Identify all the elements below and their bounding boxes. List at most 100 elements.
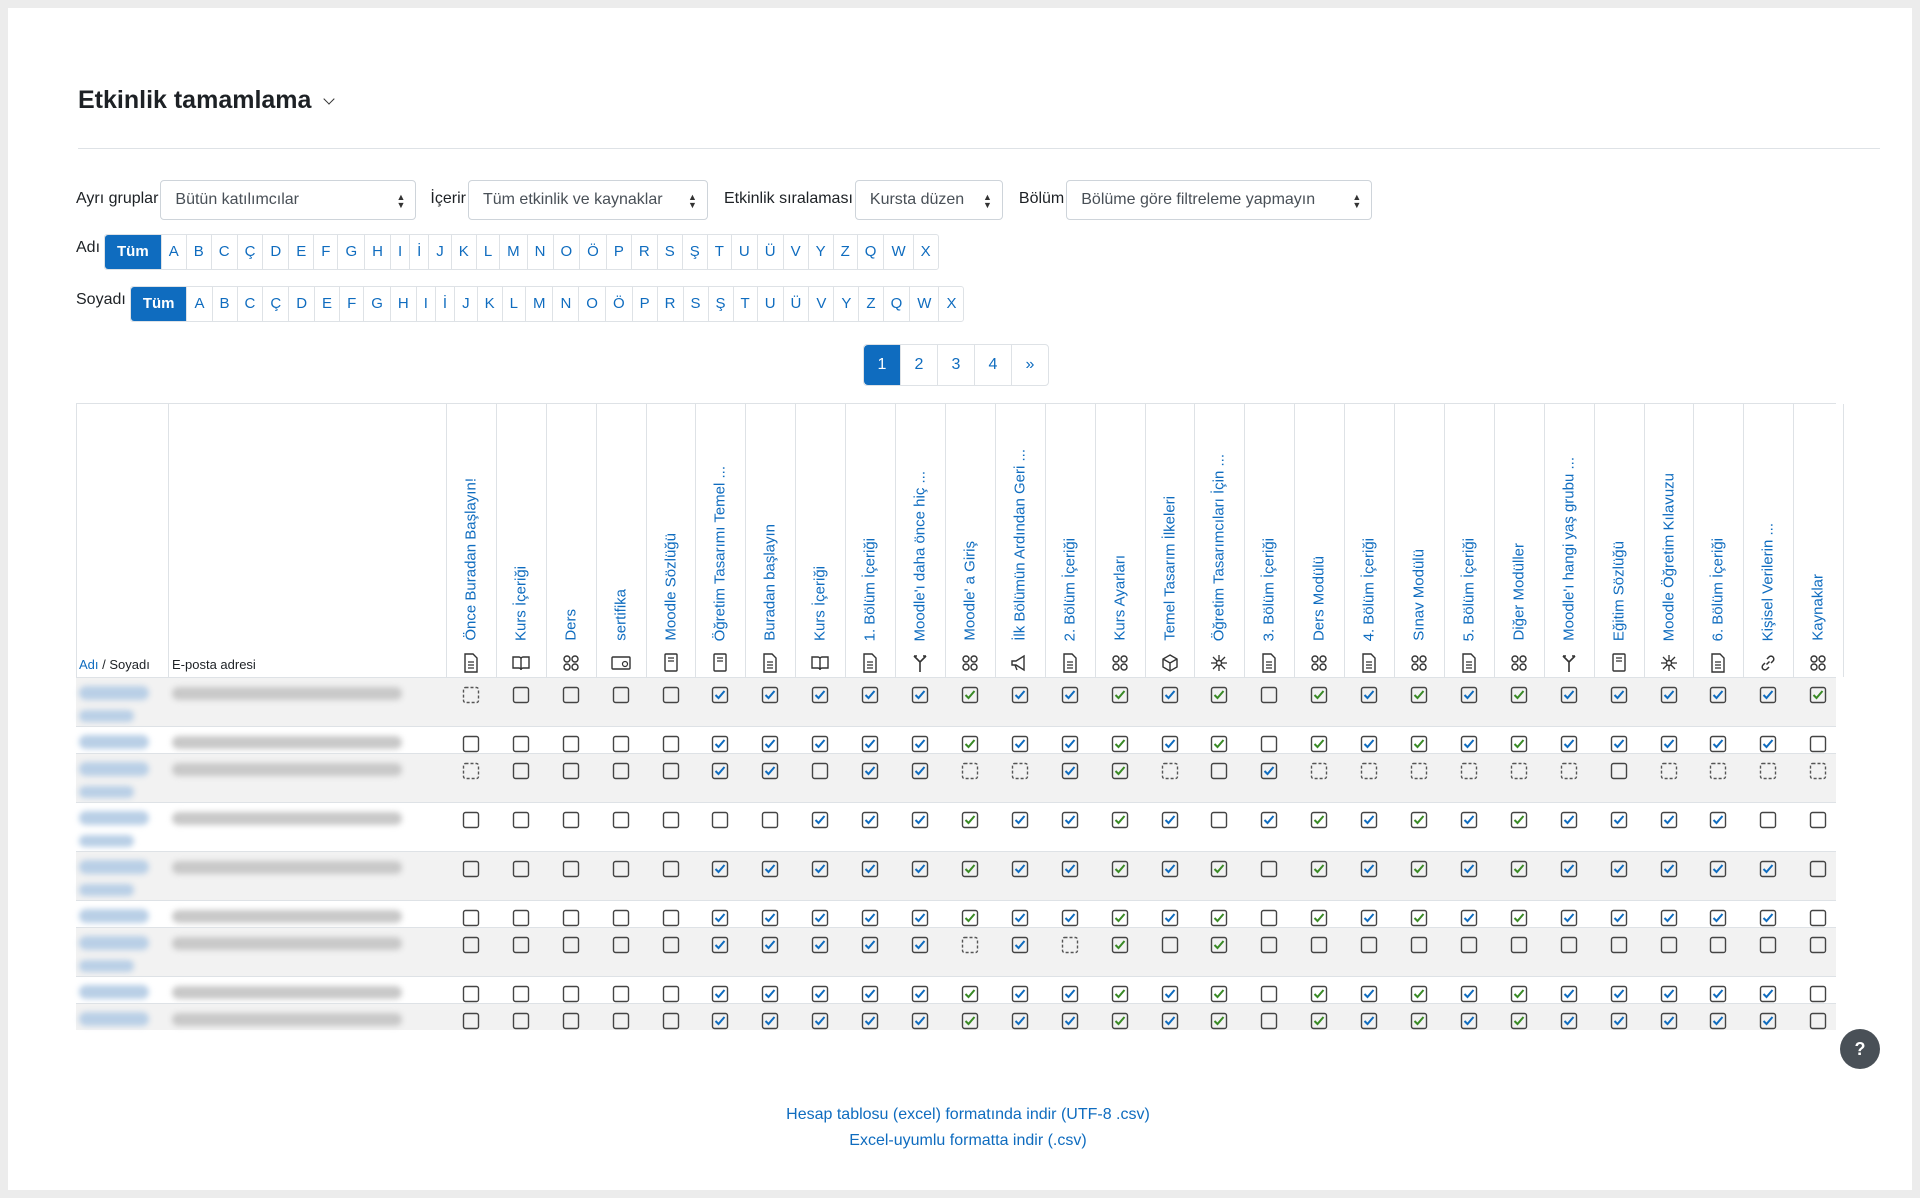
letter-link[interactable]: H [389, 287, 416, 321]
completion-checkbox[interactable] [1809, 686, 1829, 706]
user-name-link[interactable] [79, 936, 149, 950]
activity-link[interactable]: Ders Modülü [1311, 556, 1328, 641]
completion-checkbox[interactable] [1709, 936, 1729, 956]
completion-checkbox[interactable] [1011, 909, 1031, 929]
completion-checkbox[interactable] [562, 936, 582, 956]
page-link[interactable]: 2 [900, 345, 937, 385]
completion-checkbox[interactable] [961, 909, 981, 929]
activity-link[interactable]: Kurs İçeriği [512, 566, 529, 641]
letter-link[interactable]: Z [858, 287, 882, 321]
completion-checkbox[interactable] [961, 735, 981, 755]
completion-checkbox[interactable] [1310, 985, 1330, 1005]
letter-link[interactable]: A [186, 287, 211, 321]
activity-link[interactable]: Moodle Öğretim Kılavuzu [1660, 473, 1677, 641]
completion-checkbox[interactable] [562, 909, 582, 929]
user-name-link-line2[interactable] [79, 786, 134, 798]
completion-checkbox[interactable] [562, 762, 582, 782]
completion-checkbox[interactable] [961, 686, 981, 706]
user-name-link[interactable] [79, 762, 149, 776]
completion-checkbox[interactable] [1161, 936, 1181, 956]
user-name-link[interactable] [79, 985, 149, 999]
completion-checkbox[interactable] [612, 985, 632, 1005]
completion-checkbox[interactable] [662, 860, 682, 880]
completion-checkbox[interactable] [1011, 811, 1031, 831]
completion-checkbox[interactable] [1759, 860, 1779, 880]
completion-checkbox[interactable] [761, 860, 781, 880]
completion-checkbox[interactable] [711, 860, 731, 880]
completion-checkbox[interactable] [1759, 686, 1779, 706]
section-select[interactable]: Bölüme göre filtreleme yapmayın ▲ ▼ [1066, 180, 1373, 220]
completion-checkbox[interactable] [462, 735, 482, 755]
completion-checkbox[interactable] [1360, 811, 1380, 831]
activity-link[interactable]: 1. Bölüm İçeriği [862, 538, 879, 641]
completion-checkbox[interactable] [1260, 811, 1280, 831]
completion-checkbox[interactable] [662, 909, 682, 929]
completion-checkbox[interactable] [861, 686, 881, 706]
completion-checkbox[interactable] [662, 811, 682, 831]
letter-link[interactable]: B [211, 287, 237, 321]
completion-checkbox[interactable] [711, 811, 731, 831]
completion-checkbox[interactable] [761, 686, 781, 706]
completion-checkbox[interactable] [1660, 1012, 1680, 1032]
letter-link[interactable]: O [578, 287, 605, 321]
completion-checkbox[interactable] [1310, 811, 1330, 831]
completion-checkbox[interactable] [911, 936, 931, 956]
download-csv-excel-link[interactable]: Excel-uyumlu formatta indir (.csv) [8, 1132, 1920, 1150]
completion-checkbox[interactable] [512, 985, 532, 1005]
letter-link[interactable]: İ [434, 287, 454, 321]
letter-link[interactable]: P [605, 235, 631, 269]
completion-checkbox[interactable] [512, 686, 532, 706]
letter-link[interactable]: T [706, 235, 731, 269]
page-link[interactable]: 1 [864, 345, 900, 385]
activity-link[interactable]: 6. Bölüm İçeriği [1710, 538, 1727, 641]
completion-checkbox[interactable] [662, 1012, 682, 1032]
completion-checkbox[interactable] [1260, 936, 1280, 956]
completion-checkbox[interactable] [1610, 909, 1630, 929]
help-button[interactable]: ? [1840, 1029, 1880, 1069]
lastname-sort-link[interactable]: Soyadı [109, 657, 149, 672]
completion-checkbox[interactable] [1460, 686, 1480, 706]
completion-checkbox[interactable] [1610, 985, 1630, 1005]
user-name-link[interactable] [79, 909, 149, 923]
completion-checkbox[interactable] [1061, 936, 1081, 956]
completion-checkbox[interactable] [1610, 762, 1630, 782]
completion-checkbox[interactable] [512, 860, 532, 880]
activity-link[interactable]: 3. Bölüm İçeriği [1261, 538, 1278, 641]
page-link[interactable]: 3 [937, 345, 974, 385]
letter-link[interactable]: U [756, 287, 783, 321]
completion-checkbox[interactable] [1260, 686, 1280, 706]
activity-link[interactable]: sertifika [612, 589, 629, 641]
include-select[interactable]: Tüm etkinlik ve kaynaklar ▲ ▼ [467, 180, 708, 220]
letter-link[interactable]: Ü [756, 235, 783, 269]
completion-checkbox[interactable] [512, 936, 532, 956]
completion-checkbox[interactable] [462, 1012, 482, 1032]
user-name-link[interactable] [79, 811, 149, 825]
completion-checkbox[interactable] [711, 909, 731, 929]
letter-link[interactable]: W [883, 235, 912, 269]
completion-checkbox[interactable] [861, 985, 881, 1005]
activity-link[interactable]: Moodle Sözlüğü [662, 533, 679, 641]
completion-checkbox[interactable] [1410, 1012, 1430, 1032]
completion-checkbox[interactable] [1660, 909, 1680, 929]
completion-checkbox[interactable] [1610, 811, 1630, 831]
activity-link[interactable]: Önce Buradan Başlayın! [462, 478, 479, 641]
completion-checkbox[interactable] [1660, 936, 1680, 956]
completion-checkbox[interactable] [1610, 1012, 1630, 1032]
completion-checkbox[interactable] [1161, 811, 1181, 831]
completion-checkbox[interactable] [861, 1012, 881, 1032]
completion-checkbox[interactable] [811, 1012, 831, 1032]
completion-checkbox[interactable] [562, 686, 582, 706]
firstname-sort-link[interactable]: Adı [79, 657, 99, 672]
activity-link[interactable]: Buradan başlayın [762, 524, 779, 641]
completion-checkbox[interactable] [462, 860, 482, 880]
completion-checkbox[interactable] [562, 811, 582, 831]
user-name-link[interactable] [79, 686, 149, 700]
completion-checkbox[interactable] [1809, 860, 1829, 880]
letter-link[interactable]: P [631, 287, 657, 321]
completion-checkbox[interactable] [1061, 985, 1081, 1005]
completion-checkbox[interactable] [961, 762, 981, 782]
letter-link[interactable]: Ç [262, 287, 288, 321]
completion-checkbox[interactable] [462, 811, 482, 831]
completion-checkbox[interactable] [1610, 686, 1630, 706]
letter-link[interactable]: F [313, 235, 337, 269]
